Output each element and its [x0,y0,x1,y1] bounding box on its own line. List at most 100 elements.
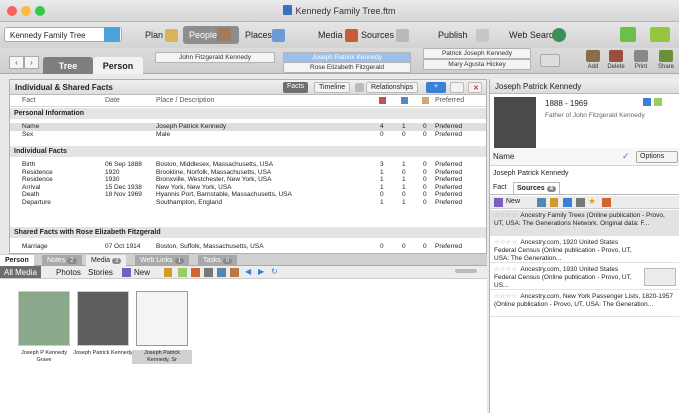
hint-icon[interactable] [654,98,662,106]
fact-cell-fact: Marriage [22,243,48,250]
source-item[interactable]: ☆☆☆☆ Ancestry.com, New York Passenger Lis… [490,291,679,317]
delete-fact-button[interactable]: ✕ [468,82,482,93]
fact-cell-date: 1930 [105,176,120,183]
filter-photos[interactable]: Photos [56,268,81,277]
tag-icon[interactable] [191,268,200,277]
sources-button[interactable]: Sources [361,26,394,44]
add-fact-button[interactable]: + [426,82,446,93]
next-media-icon[interactable]: ▶ [258,267,264,276]
edit-icon[interactable] [164,268,172,277]
fact-cell-m: 1 [402,176,406,183]
facts-view-button[interactable]: Facts [283,82,309,93]
places-button[interactable]: Places [245,26,272,44]
edit-person-icon[interactable] [643,98,651,106]
tab-weblinks[interactable]: Web Links 1 [135,255,189,266]
new-source-button[interactable]: New [506,198,520,205]
new-media-button[interactable]: New [134,268,150,277]
plan-icon [165,29,178,42]
publish-button[interactable]: Publish [438,26,468,44]
fact-row[interactable]: Sex Male 0 0 0 Preferred [10,131,486,139]
fact-cell-m: 0 [402,130,406,138]
tag-source-icon[interactable] [602,198,611,207]
col-date[interactable]: Date [105,97,120,104]
tab-tasks[interactable]: Tasks 0 [198,255,238,266]
delete-button[interactable]: Delete [605,50,627,70]
print-media-icon[interactable] [204,268,213,277]
fact-cell-m: 0 [402,191,406,198]
media-thumbnail-document[interactable] [136,291,188,346]
print-source-icon[interactable] [576,198,585,207]
fact-options-icon[interactable] [450,82,464,93]
fact-row[interactable]: Marriage 07 Oct 1914 Boston, Suffolk, Mass… [10,243,486,251]
timeline-view-button[interactable]: Timeline [314,82,351,93]
web-search-button[interactable]: Web Search [509,26,558,44]
tab-media[interactable]: Media 3 [86,255,127,266]
sync-icon[interactable] [104,27,120,42]
family-view-icon[interactable] [540,54,560,67]
edit-source-icon[interactable] [550,198,558,207]
col-place[interactable]: Place / Description [156,97,214,104]
add-person-icon [586,50,600,62]
media-button[interactable]: Media [318,26,343,44]
slideshow-icon[interactable] [217,268,226,277]
fact-cell-place: Bronxville, Westchester, New York, USA [156,176,272,183]
share-icon [659,50,673,62]
person-photo[interactable] [494,97,536,149]
refresh-source-icon[interactable] [563,198,572,207]
fact-cell-s: 1 [380,176,384,183]
source-item[interactable]: ☆☆☆☆ Ancestry.com, 1920 United States Fed… [490,237,679,263]
father-combo[interactable]: John Fitzgerald Kennedy [155,52,275,63]
fact-cell-s: 1 [380,183,384,191]
delete-person-icon [609,50,623,62]
fact-cell-pref: Preferred [435,183,463,191]
fact-cell-place: Boston, Suffolk, Massachusetts, USA [156,243,264,250]
tab-sources[interactable]: Sources 4 [513,182,560,194]
forward-button[interactable]: › [24,56,39,69]
gallery-icon[interactable] [230,268,239,277]
fact-cell-s: 1 [380,168,384,176]
source-item[interactable]: ☆☆☆☆ Ancestry Family Trees (Online public… [490,210,679,236]
tab-person-bottom[interactable]: Person [0,255,34,266]
leaf-hint-icon[interactable] [620,27,636,42]
star-icon[interactable]: ★ [588,196,596,207]
relationships-view-button[interactable]: Relationships [366,82,419,93]
fact-cell-m: 0 [402,168,406,176]
fact-cell-place: Male [156,130,171,138]
person-header: Joseph Patrick Kennedy [490,79,679,94]
name-value[interactable]: Joseph Patrick Kennedy [493,170,676,177]
back-button[interactable]: ‹ [9,56,24,69]
fact-cell-place: Brookline, Norfolk, Massachusetts, USA [156,168,272,176]
source-item[interactable]: ☆☆☆☆ Ancestry.com, 1930 United States Fed… [490,264,679,290]
spouse-combo[interactable]: Rose Elizabeth Fitzgerald [283,62,411,73]
options-button[interactable]: Options [636,151,678,163]
filter-stories[interactable]: Stories [88,268,113,277]
add-button[interactable]: Add [582,50,604,70]
name-label: Name [493,152,515,161]
media-thumbnail-portrait[interactable] [77,291,129,346]
previous-media-icon[interactable]: ◀ [245,267,251,276]
parent2-combo[interactable]: Mary Agusta Hickey [423,59,531,70]
checkmark-icon[interactable]: ✓ [622,151,630,162]
tab-notes[interactable]: Notes 2 [42,255,82,266]
fact-cell-s: 0 [380,191,384,198]
refresh-icon[interactable]: ↻ [271,267,278,276]
col-preferred[interactable]: Preferred [435,97,464,104]
parent1-combo[interactable]: Patrick Joseph Kennedy [423,48,531,59]
census-thumbnail[interactable] [644,268,676,286]
print-button[interactable]: Print [630,50,652,70]
tab-tree[interactable]: Tree [43,57,93,74]
share-button[interactable]: Share [655,50,677,70]
link-icon[interactable] [178,268,187,277]
fact-row[interactable]: Departure Southampton, England 1 1 0 Preferre… [10,199,486,207]
col-fact[interactable]: Fact [22,97,36,104]
link-source-icon[interactable] [537,198,546,207]
filter-icon[interactable] [355,83,364,92]
plan-button[interactable]: Plan [145,26,163,44]
main-toolbar: Kennedy Family Tree⌄ Plan People Places … [0,22,679,48]
filter-all-media[interactable]: All Media [0,266,41,278]
tab-fact[interactable]: Fact [493,184,507,191]
media-thumbnail-grave[interactable] [18,291,70,346]
tab-person[interactable]: Person [93,57,143,74]
zoom-slider[interactable] [455,269,477,273]
sync-tree-icon[interactable] [650,27,670,42]
